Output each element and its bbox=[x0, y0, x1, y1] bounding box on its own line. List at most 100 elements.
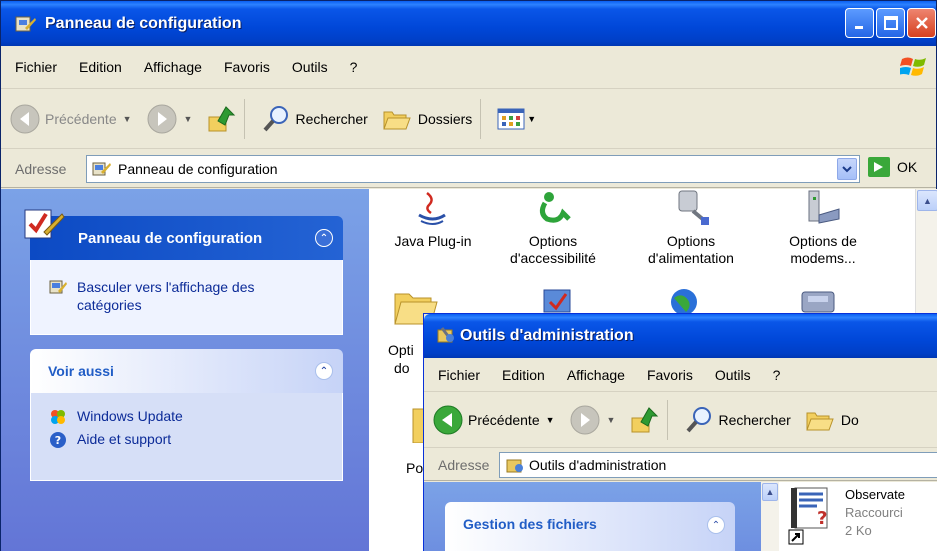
close-button[interactable] bbox=[907, 8, 936, 38]
modem-icon bbox=[808, 190, 840, 224]
admin-address-field[interactable]: Outils d'administration bbox=[499, 452, 937, 478]
admin-menu-bar: Fichier Edition Affichage Favoris Outils… bbox=[424, 358, 937, 392]
minimize-button[interactable] bbox=[845, 8, 874, 38]
admin-menu-help[interactable]: ? bbox=[773, 367, 781, 383]
switch-category-view-link[interactable]: Basculer vers l'affichage des catégories bbox=[49, 278, 324, 314]
collapse-chevron-icon[interactable]: ⌃ bbox=[315, 362, 333, 380]
scroll-up-button[interactable]: ▲ bbox=[917, 190, 937, 211]
views-icon bbox=[497, 108, 525, 130]
control-panel-section: Panneau de configuration ⌃ Basculer vers… bbox=[24, 209, 343, 335]
control-panel-small-icon bbox=[92, 162, 111, 176]
folders-icon bbox=[383, 111, 411, 130]
go-button[interactable]: OK bbox=[867, 156, 917, 178]
menu-favoris[interactable]: Favoris bbox=[224, 59, 270, 75]
admin-forward-dropdown-icon[interactable]: ▼ bbox=[607, 415, 616, 425]
views-button[interactable]: ▼ bbox=[497, 107, 536, 131]
up-folder-icon bbox=[631, 406, 659, 432]
admin-tools-window: Outils d'administration Fichier Edition … bbox=[423, 313, 937, 551]
back-dropdown-icon[interactable]: ▼ bbox=[123, 114, 132, 124]
admin-forward-button[interactable]: ▼ bbox=[569, 404, 616, 436]
power-options-item[interactable]: Options d'alimentation bbox=[631, 189, 751, 267]
admin-items-view: ? Observate Raccourci 2 Ko bbox=[779, 482, 937, 551]
menu-affichage[interactable]: Affichage bbox=[144, 59, 202, 75]
chevron-down-icon bbox=[842, 166, 852, 173]
see-also-body: Windows Update ? Aide et support bbox=[30, 393, 343, 481]
network-icon bbox=[543, 289, 571, 313]
admin-menu-edition[interactable]: Edition bbox=[502, 367, 545, 383]
admin-menu-outils[interactable]: Outils bbox=[715, 367, 751, 383]
menu-fichier[interactable]: Fichier bbox=[15, 59, 57, 75]
see-also-title: Voir aussi bbox=[48, 363, 114, 379]
forward-button[interactable]: ▼ bbox=[146, 103, 193, 135]
up-folder-icon bbox=[208, 106, 236, 132]
task-pane: Panneau de configuration ⌃ Basculer vers… bbox=[1, 189, 369, 551]
search-icon bbox=[686, 406, 712, 432]
internet-options-icon bbox=[671, 289, 697, 314]
search-icon bbox=[263, 106, 289, 132]
admin-search-button[interactable]: Rechercher bbox=[684, 405, 791, 435]
forward-arrow-icon bbox=[570, 405, 600, 434]
menu-outils[interactable]: Outils bbox=[292, 59, 328, 75]
phone-modem-icon bbox=[801, 291, 835, 313]
admin-address-label: Adresse bbox=[438, 456, 490, 473]
admin-folders-button[interactable]: Do bbox=[805, 407, 859, 433]
folders-button[interactable]: Dossiers bbox=[382, 106, 472, 132]
partial-label-opti: Opti bbox=[388, 342, 414, 358]
admin-menu-fichier[interactable]: Fichier bbox=[438, 367, 480, 383]
observateur-shortcut[interactable]: ? Observate Raccourci 2 Ko bbox=[787, 486, 905, 548]
back-button[interactable]: Précédente ▼ bbox=[9, 103, 132, 135]
menu-edition[interactable]: Edition bbox=[79, 59, 122, 75]
collapse-chevron-icon[interactable]: ⌃ bbox=[707, 516, 725, 534]
accessibility-item[interactable]: Options d'accessibilité bbox=[493, 189, 613, 267]
collapse-chevron-icon[interactable]: ⌃ bbox=[315, 229, 333, 247]
windows-update-link[interactable]: Windows Update bbox=[49, 407, 324, 426]
maximize-button[interactable] bbox=[876, 8, 905, 38]
partial-label-po: Po bbox=[406, 460, 424, 476]
java-icon bbox=[418, 192, 446, 225]
admin-title-bar[interactable]: Outils d'administration bbox=[424, 314, 937, 358]
modem-options-item[interactable]: Options de modems... bbox=[763, 189, 883, 267]
title-bar[interactable]: Panneau de configuration bbox=[1, 1, 936, 46]
admin-tools-icon bbox=[436, 326, 456, 346]
admin-tools-small-icon bbox=[506, 459, 523, 473]
address-dropdown-button[interactable] bbox=[837, 158, 857, 180]
event-viewer-shortcut-icon: ? bbox=[788, 487, 828, 545]
file-type: Raccourci bbox=[845, 505, 903, 520]
section-body: Basculer vers l'affichage des catégories bbox=[30, 260, 343, 335]
admin-back-dropdown-icon[interactable]: ▼ bbox=[546, 415, 555, 425]
power-icon bbox=[678, 190, 709, 225]
svg-text:?: ? bbox=[817, 508, 827, 529]
admin-window-title: Outils d'administration bbox=[460, 327, 634, 344]
windows-logo-icon bbox=[898, 53, 928, 81]
address-label: Adresse bbox=[15, 160, 67, 177]
admin-menu-affichage[interactable]: Affichage bbox=[567, 367, 625, 383]
accessibility-icon bbox=[539, 192, 571, 223]
back-arrow-icon bbox=[433, 405, 463, 434]
admin-scroll-up-button[interactable]: ▲ bbox=[762, 483, 778, 501]
file-management-header[interactable]: Gestion des fichiers ⌃ bbox=[445, 502, 735, 551]
address-field[interactable]: Panneau de configuration bbox=[86, 155, 860, 183]
admin-back-button[interactable]: Précédente ▼ bbox=[432, 404, 555, 436]
admin-task-pane: Gestion des fichiers ⌃ bbox=[424, 482, 761, 551]
control-panel-small-icon bbox=[49, 280, 67, 294]
menu-help[interactable]: ? bbox=[350, 59, 358, 75]
admin-toolbar: Précédente ▼ ▼ Rechercher Do bbox=[424, 392, 937, 448]
help-support-link[interactable]: ? Aide et support bbox=[49, 430, 324, 449]
admin-up-folder-button[interactable] bbox=[629, 404, 659, 436]
forward-arrow-icon bbox=[147, 104, 177, 134]
toolbar: Précédente ▼ ▼ Rechercher Dossiers ▼ bbox=[1, 90, 936, 149]
up-folder-button[interactable] bbox=[206, 103, 236, 135]
forward-dropdown-icon[interactable]: ▼ bbox=[184, 114, 193, 124]
admin-menu-favoris[interactable]: Favoris bbox=[647, 367, 693, 383]
address-bar: Adresse Panneau de configuration OK bbox=[1, 150, 936, 188]
admin-scrollbar[interactable]: ▲ bbox=[761, 482, 779, 551]
java-plugin-item[interactable]: Java Plug-in bbox=[373, 189, 493, 250]
back-arrow-icon bbox=[10, 104, 40, 134]
views-dropdown-icon[interactable]: ▼ bbox=[527, 114, 536, 124]
section-header[interactable]: Panneau de configuration ⌃ bbox=[24, 209, 343, 260]
see-also-header[interactable]: Voir aussi ⌃ bbox=[30, 349, 343, 393]
search-button[interactable]: Rechercher bbox=[261, 104, 368, 134]
go-arrow-icon bbox=[868, 157, 890, 177]
folders-icon bbox=[806, 412, 834, 430]
section-title: Panneau de configuration bbox=[78, 229, 263, 247]
